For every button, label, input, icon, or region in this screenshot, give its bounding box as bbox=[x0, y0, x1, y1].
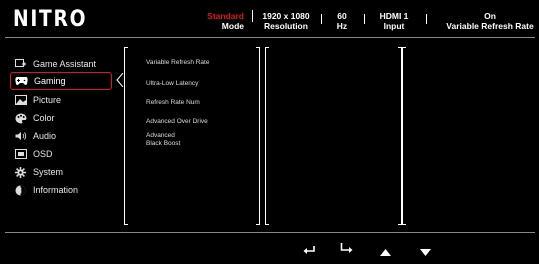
value-bracket-left bbox=[265, 47, 269, 225]
resolution-label: Resolution bbox=[264, 21, 308, 31]
sidebar-item-label: Gaming bbox=[34, 76, 66, 86]
sidebar-item-game-assistant[interactable]: Game Assistant bbox=[14, 56, 109, 72]
enter-arrow-icon[interactable] bbox=[340, 241, 353, 259]
back-arrow-icon[interactable] bbox=[303, 242, 315, 260]
sidebar-item-gaming[interactable]: Gaming bbox=[10, 72, 112, 90]
detail-bracket-left bbox=[402, 47, 406, 225]
sidebar-item-label: Color bbox=[33, 113, 55, 123]
refresh-value: 60 bbox=[337, 11, 347, 21]
submenu-item-advanced-over-drive[interactable]: Advanced Over Drive bbox=[146, 118, 208, 126]
header-divider bbox=[426, 14, 427, 24]
nitro-logo: NITRO bbox=[13, 7, 88, 32]
footer-separator bbox=[5, 232, 535, 233]
mode-label: Mode bbox=[221, 21, 244, 31]
input-status: HDMI 1 Input bbox=[374, 11, 414, 31]
sidebar-item-label: Information bbox=[33, 185, 79, 195]
speaker-icon bbox=[14, 131, 27, 142]
submenu-bracket-left bbox=[124, 47, 128, 225]
osd-icon bbox=[14, 149, 27, 160]
resolution-value: 1920 x 1080 bbox=[262, 11, 310, 21]
input-value: HDMI 1 bbox=[379, 11, 409, 21]
active-pointer-icon bbox=[116, 72, 124, 92]
sidebar-item-audio[interactable]: Audio bbox=[14, 128, 109, 144]
sidebar-item-osd[interactable]: OSD bbox=[14, 146, 109, 162]
submenu-item-advanced-black-boost[interactable]: Advanced Black Boost bbox=[146, 132, 180, 148]
refresh-status: 60 Hz bbox=[330, 11, 354, 31]
vrr-value: On bbox=[484, 11, 496, 21]
sidebar-item-label: System bbox=[33, 167, 64, 177]
sidebar-item-picture[interactable]: Picture bbox=[14, 92, 109, 108]
resolution-status: 1920 x 1080 Resolution bbox=[250, 11, 322, 31]
info-icon bbox=[14, 185, 27, 196]
sidebar-item-system[interactable]: System bbox=[14, 164, 109, 180]
palette-icon bbox=[14, 112, 27, 124]
submenu-bracket-right bbox=[256, 47, 260, 225]
game-assistant-icon bbox=[14, 59, 27, 70]
sidebar-item-label: Audio bbox=[33, 131, 57, 141]
mode-value: Standard bbox=[207, 11, 244, 21]
vrr-label: Variable Refresh Rate bbox=[446, 21, 534, 31]
up-triangle-icon[interactable] bbox=[380, 243, 391, 261]
picture-icon bbox=[14, 95, 27, 106]
input-label: Input bbox=[383, 21, 405, 31]
sidebar-item-color[interactable]: Color bbox=[14, 110, 109, 126]
mode-status: Standard Mode bbox=[196, 11, 244, 31]
gamepad-icon bbox=[15, 76, 28, 87]
sidebar-item-label: Game Assistant bbox=[33, 59, 97, 69]
sidebar-item-label: OSD bbox=[33, 149, 53, 159]
submenu-item-refresh-rate-num[interactable]: Refresh Rate Num bbox=[146, 99, 200, 107]
sidebar-item-information[interactable]: Information bbox=[14, 182, 109, 198]
header-divider bbox=[364, 14, 365, 24]
submenu-item-ultra-low-latency[interactable]: Ultra-Low Latency bbox=[146, 80, 198, 88]
vrr-status: On Variable Refresh Rate bbox=[442, 11, 538, 31]
header-divider bbox=[321, 14, 322, 24]
refresh-label: Hz bbox=[336, 21, 348, 31]
down-triangle-icon[interactable] bbox=[420, 243, 431, 261]
submenu-item-vrr[interactable]: Variable Refresh Rate bbox=[146, 59, 209, 67]
header-separator bbox=[5, 37, 535, 38]
gear-icon bbox=[14, 166, 27, 178]
sidebar-item-label: Picture bbox=[33, 95, 62, 105]
